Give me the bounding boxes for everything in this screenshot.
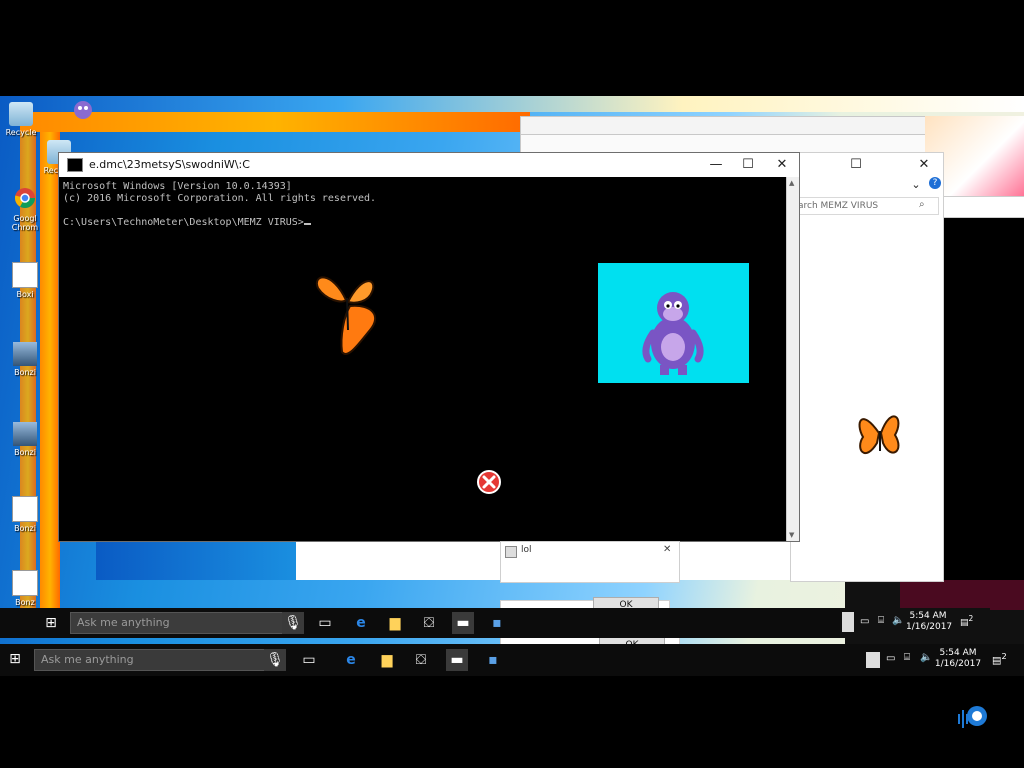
file-explorer-window[interactable]: ☐ ✕ ⌄ ? arch MEMZ VIRUS ⌕ bbox=[790, 152, 944, 582]
network-icon[interactable]: ⌸ bbox=[878, 615, 884, 626]
notification-icon[interactable]: ▤2 bbox=[960, 614, 978, 630]
file-explorer-icon[interactable]: ▆ bbox=[384, 612, 406, 634]
bonzi-buddy-icon bbox=[642, 292, 704, 375]
text-cursor bbox=[303, 223, 311, 225]
window-title: e.dmc\23metsyS\swodniW\:C bbox=[89, 158, 250, 171]
ghost-window bbox=[520, 116, 932, 136]
desktop-icon-bonzi[interactable]: Bonzi bbox=[8, 342, 42, 377]
file-icon bbox=[12, 496, 38, 522]
desktop-icon-label: Boxi bbox=[16, 290, 34, 299]
console-line: Microsoft Windows [Version 10.0.14393] bbox=[63, 181, 292, 192]
desktop-icon-label: Recycle bbox=[5, 128, 37, 137]
search-input[interactable]: arch MEMZ VIRUS bbox=[793, 197, 939, 215]
message-box-title: lol bbox=[521, 545, 532, 555]
taskbar-upper[interactable]: ⊞ Ask me anything 🎙 ▭ e ▆ ⛋ ▬ ▪ bbox=[0, 608, 848, 638]
glitch-orange-stripe bbox=[40, 132, 60, 632]
scroll-down-icon[interactable]: ▼ bbox=[789, 531, 794, 539]
recycle-bin-icon bbox=[9, 102, 33, 126]
clock-date: 1/16/2017 bbox=[934, 659, 982, 669]
search-box[interactable]: Ask me anything bbox=[34, 649, 266, 671]
battery-icon[interactable]: ▭ bbox=[886, 653, 895, 664]
desktop-icon-label: Googl Chrom bbox=[11, 214, 39, 232]
cmd-icon bbox=[67, 158, 83, 172]
volume-icon[interactable]: 🔈 bbox=[920, 652, 932, 663]
task-view-icon[interactable]: ▭ bbox=[314, 612, 336, 634]
console-line: (c) 2016 Microsoft Corporation. All righ… bbox=[63, 193, 377, 204]
store-icon[interactable]: ⛋ bbox=[418, 612, 440, 634]
close-button[interactable]: ✕ bbox=[909, 155, 939, 175]
message-box[interactable]: lol ✕ bbox=[500, 541, 680, 583]
glitch-top-band bbox=[0, 96, 1024, 112]
network-icon[interactable]: ⌸ bbox=[904, 652, 910, 663]
bonzi-icon bbox=[74, 101, 92, 119]
maximize-button[interactable]: ☐ bbox=[841, 155, 871, 175]
notification-icon[interactable]: ▤2 bbox=[992, 651, 1012, 669]
store-icon[interactable]: ⛋ bbox=[410, 649, 432, 671]
desktop-icon-label: Bonzi bbox=[14, 524, 36, 533]
close-button[interactable]: ✕ bbox=[767, 155, 797, 175]
clock[interactable]: 5:54 AM 1/16/2017 bbox=[906, 611, 953, 633]
close-button[interactable]: ✕ bbox=[663, 544, 671, 555]
app-icon bbox=[505, 546, 517, 558]
task-view-icon[interactable]: ▭ bbox=[298, 649, 320, 671]
edge-icon[interactable]: e bbox=[340, 649, 362, 671]
minimize-button[interactable]: — bbox=[701, 155, 731, 175]
app-taskbar-icon[interactable]: ▪ bbox=[486, 612, 508, 634]
clock-time: 5:54 AM bbox=[939, 648, 977, 658]
help-icon[interactable]: ? bbox=[929, 177, 941, 189]
console-prompt: C:\Users\TechnoMeter\Desktop\MEMZ VIRUS> bbox=[63, 217, 304, 228]
edge-icon[interactable]: e bbox=[350, 612, 372, 634]
title-bar[interactable]: e.dmc\23metsyS\swodniW\:C — ☐ ✕ bbox=[59, 153, 799, 177]
ghost-window-title bbox=[940, 196, 1024, 218]
glitch-red-block bbox=[900, 580, 1024, 610]
battery-icon[interactable]: ▭ bbox=[860, 616, 869, 627]
desktop-icon-boxi[interactable]: Boxi bbox=[8, 262, 42, 299]
file-explorer-icon[interactable]: ▆ bbox=[376, 649, 398, 671]
chrome-icon bbox=[14, 188, 35, 208]
cmd-taskbar-icon[interactable]: ▬ bbox=[446, 649, 468, 671]
butterfly-sprite bbox=[315, 276, 377, 355]
console-prompt-line: C:\Users\TechnoMeter\Desktop\MEMZ VIRUS> bbox=[63, 217, 783, 229]
windows-start-icon[interactable]: ⊞ bbox=[4, 648, 26, 670]
file-icon bbox=[12, 570, 38, 596]
search-placeholder: arch MEMZ VIRUS bbox=[798, 201, 879, 211]
desktop-icon-label: Bonzi bbox=[14, 448, 36, 457]
desktop-icon-chrome[interactable]: Googl Chrom bbox=[8, 186, 42, 232]
tray-fragment bbox=[866, 652, 880, 668]
bonzi-buddy-popup bbox=[598, 263, 749, 383]
desktop-icon-bonzi[interactable]: Bonzi bbox=[8, 422, 42, 457]
file-icon bbox=[12, 262, 38, 288]
microphone-icon[interactable]: 🎙 bbox=[282, 612, 304, 634]
expand-ribbon-button[interactable]: ⌄ bbox=[901, 175, 931, 195]
taskbar[interactable]: ⊞ Ask me anything 🎙 ▭ e ▆ ⛋ ▬ ▪ ▭ ⌸ 🔈 5:… bbox=[0, 644, 1024, 676]
desktop-icon-bonzi[interactable] bbox=[66, 98, 100, 126]
search-icon: ⌕ bbox=[919, 199, 925, 210]
desktop-icon-recycle-bin[interactable]: Recycle bbox=[4, 102, 38, 137]
ghost-window bbox=[520, 134, 952, 154]
app-taskbar-icon[interactable]: ▪ bbox=[482, 649, 504, 671]
installer-icon bbox=[13, 342, 37, 366]
desktop-icon-label: Bonzi bbox=[14, 368, 36, 377]
error-icon bbox=[477, 470, 501, 494]
vertical-scrollbar[interactable]: ▲ ▼ bbox=[786, 177, 799, 541]
microphone-icon[interactable]: 🎙 bbox=[264, 649, 286, 671]
windows-start-icon[interactable]: ⊞ bbox=[40, 612, 62, 634]
clock-date: 1/16/2017 bbox=[906, 622, 953, 632]
clock-time: 5:54 AM bbox=[909, 611, 947, 621]
clock[interactable]: 5:54 AM 1/16/2017 bbox=[934, 648, 982, 670]
cmd-taskbar-icon[interactable]: ▬ bbox=[452, 612, 474, 634]
butterfly-sprite bbox=[858, 415, 900, 455]
volume-icon[interactable]: 🔈 bbox=[892, 615, 904, 626]
search-box[interactable]: Ask me anything bbox=[70, 612, 284, 634]
maximize-button[interactable]: ☐ bbox=[733, 155, 763, 175]
installer-icon bbox=[13, 422, 37, 446]
search-placeholder: Ask me anything bbox=[41, 653, 134, 666]
taskbar-upper-tray[interactable]: ▭ ⌸ 🔈 5:54 AM 1/16/2017 ▤2 bbox=[840, 608, 990, 638]
desktop-icon-bonzi[interactable]: Bonzi bbox=[8, 496, 42, 533]
scroll-up-icon[interactable]: ▲ bbox=[789, 179, 794, 187]
tray-fragment bbox=[842, 612, 854, 632]
search-placeholder: Ask me anything bbox=[77, 616, 170, 629]
channel-logo-icon bbox=[958, 706, 987, 728]
glitch-blue-band bbox=[96, 540, 296, 580]
